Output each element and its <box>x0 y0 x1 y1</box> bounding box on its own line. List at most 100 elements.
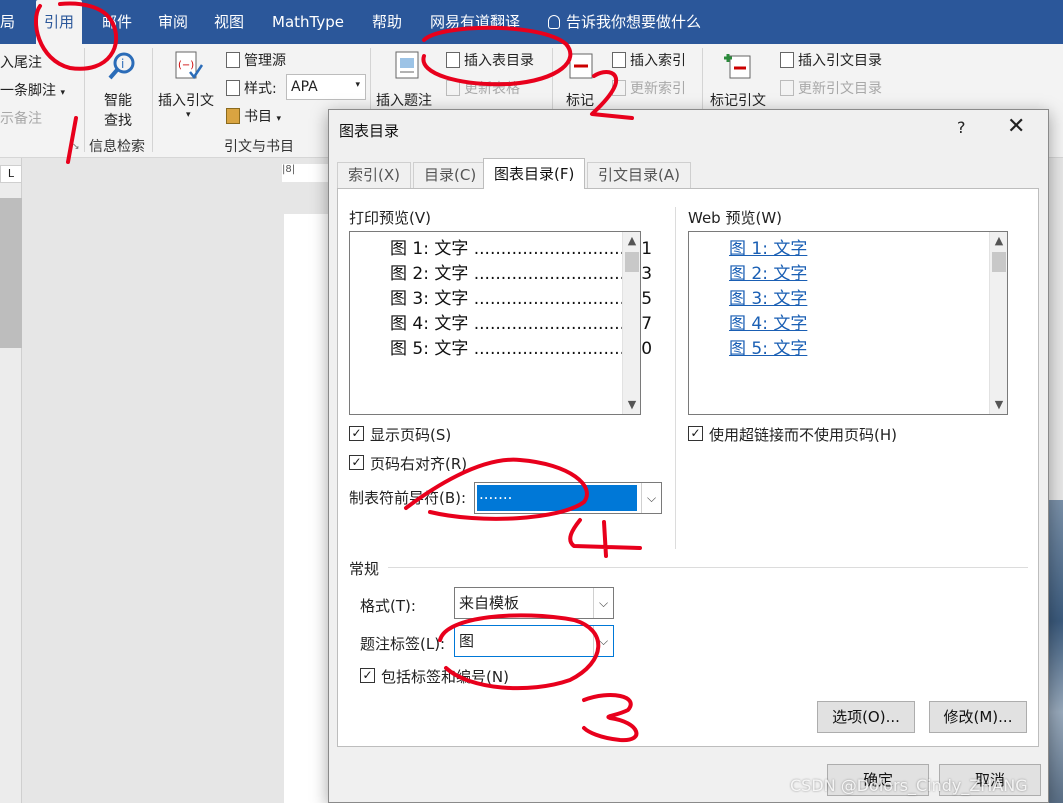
chevron-up-icon[interactable]: ▲ <box>990 232 1008 250</box>
web-preview-box[interactable]: 图 1: 文字 图 2: 文字 图 3: 文字 图 4: 文字 图 5: 文字 … <box>688 231 1008 415</box>
print-preview-box[interactable]: 图 1: 文字 ...............................1… <box>349 231 652 415</box>
insert-table-of-figures-button[interactable]: 插入表目录 <box>446 50 534 70</box>
tab-layout[interactable]: 局 <box>0 0 15 44</box>
tab-selector[interactable]: L <box>0 165 22 183</box>
chevron-down-icon: ▾ <box>60 88 65 98</box>
format-value: 来自模板 <box>459 594 520 612</box>
tab-leader-label: 制表符前导符(B): <box>349 489 467 507</box>
show-page-numbers-label: 显示页码(S) <box>370 426 452 444</box>
update-toa-button[interactable]: 更新引文目录 <box>780 78 882 98</box>
insert-index-button[interactable]: 插入索引 <box>612 50 686 70</box>
insert-endnote-button[interactable]: 入尾注 <box>0 52 42 72</box>
dialog-launcher-icon[interactable]: ↘ <box>72 142 80 152</box>
style-value: APA <box>291 79 318 95</box>
tab-mathtype[interactable]: MathType <box>272 0 344 44</box>
insert-citation-button[interactable]: (−) 插入引文 ▾ <box>158 50 220 130</box>
ribbon-tab-bar: 局 引用 邮件 审阅 视图 MathType 帮助 网易有道翻译 告诉我你想要做… <box>0 0 1063 44</box>
svg-text:i: i <box>121 57 124 71</box>
svg-text:(−): (−) <box>178 60 194 71</box>
watermark: CSDN @Dolors_Cindy_ZHANG <box>790 776 1028 795</box>
toa-icon <box>780 52 794 68</box>
web-preview-link[interactable]: 图 1: 文字 <box>729 234 807 259</box>
include-label-checkbox[interactable]: ✓ <box>360 668 375 683</box>
web-preview-link[interactable]: 图 4: 文字 <box>729 309 807 334</box>
section-divider <box>388 567 1028 568</box>
next-footnote-label: 一条脚注 <box>0 83 56 99</box>
tab-index[interactable]: 索引(X) <box>337 162 411 188</box>
tab-toc[interactable]: 目录(C) <box>413 162 488 188</box>
web-preview-link[interactable]: 图 5: 文字 <box>729 334 807 359</box>
general-section-label: 常规 <box>349 560 380 578</box>
citation-icon: (−) <box>175 51 204 80</box>
tab-table-of-authorities[interactable]: 引文目录(A) <box>587 162 691 188</box>
chevron-down-icon[interactable]: ▼ <box>623 396 641 414</box>
update-toa-label: 更新引文目录 <box>798 81 882 97</box>
scrollbar[interactable]: ▲ ▼ <box>622 232 640 414</box>
scrollbar-thumb[interactable] <box>992 252 1006 272</box>
tab-table-of-figures[interactable]: 图表目录(F) <box>483 158 586 189</box>
mark-citation-label: 标记引文 <box>710 93 766 109</box>
close-button[interactable]: ✕ <box>1007 114 1025 140</box>
preview-row: 图 1: 文字 ...............................1 <box>390 239 653 259</box>
show-notes-button[interactable]: 示备注 <box>0 108 42 128</box>
modify-button[interactable]: 修改(M)... <box>929 701 1027 733</box>
document-page[interactable] <box>284 214 334 803</box>
caption-label-select[interactable]: 图 ⌵ <box>454 625 614 657</box>
tell-me-box[interactable]: 告诉我你想要做什么 <box>548 0 701 44</box>
group-separator <box>152 48 153 152</box>
smart-lookup-line2: 查找 <box>104 113 132 129</box>
scrollbar[interactable]: ▲ ▼ <box>989 232 1007 414</box>
preview-row: 图 3: 文字 ...............................5 <box>390 289 653 309</box>
next-footnote-button[interactable]: 一条脚注 ▾ <box>0 80 65 100</box>
insert-toa-button[interactable]: 插入引文目录 <box>780 50 882 70</box>
style-label: 样式: <box>226 78 277 98</box>
right-align-checkbox[interactable]: ✓ <box>349 455 364 470</box>
caption-label-value: 图 <box>459 632 475 650</box>
mark-entry-icon <box>569 53 593 79</box>
web-preview-link[interactable]: 图 2: 文字 <box>729 259 807 284</box>
refresh-icon <box>780 80 794 96</box>
scrollbar-thumb[interactable] <box>625 252 639 272</box>
chevron-down-icon: ⌵ <box>641 483 661 513</box>
chevron-down-icon[interactable]: ▼ <box>990 396 1008 414</box>
update-table-button[interactable]: 更新表格 <box>446 78 520 98</box>
smart-lookup-button[interactable]: i 智能 查找 <box>96 50 142 132</box>
caption-icon <box>395 51 419 79</box>
mark-entry-label: 标记 <box>566 93 594 109</box>
show-page-numbers-checkbox[interactable]: ✓ <box>349 426 364 441</box>
divider <box>675 207 676 549</box>
tab-view[interactable]: 视图 <box>214 0 244 44</box>
style-label-text: 样式: <box>244 81 277 97</box>
mark-citation-button[interactable]: 标记引文 <box>710 50 774 112</box>
insert-toa-label: 插入引文目录 <box>798 53 882 69</box>
update-index-button[interactable]: 更新索引 <box>612 78 686 98</box>
style-dropdown[interactable]: APA ▾ <box>286 74 366 100</box>
preview-row: 图 2: 文字 ...............................3 <box>390 264 653 284</box>
insert-caption-button[interactable]: 插入题注 <box>376 50 440 112</box>
format-select[interactable]: 来自模板 ⌵ <box>454 587 614 619</box>
magnifier-icon: i <box>108 52 135 80</box>
web-preview-link[interactable]: 图 3: 文字 <box>729 284 807 309</box>
table-of-figures-icon <box>446 52 460 68</box>
tab-references[interactable]: 引用 <box>36 0 82 44</box>
tab-youdao[interactable]: 网易有道翻译 <box>430 0 520 44</box>
dialog-title: 图表目录 <box>339 122 400 140</box>
use-hyperlinks-checkbox[interactable]: ✓ <box>688 426 703 441</box>
tab-help[interactable]: 帮助 <box>372 0 402 44</box>
options-button[interactable]: 选项(O)... <box>817 701 915 733</box>
mark-entry-button[interactable]: 标记 <box>562 50 606 112</box>
tab-review[interactable]: 审阅 <box>158 0 188 44</box>
bibliography-label: 书目 <box>244 109 272 125</box>
citations-group-label: 引文与书目 <box>224 139 294 155</box>
manage-sources-button[interactable]: 管理源 <box>226 50 286 70</box>
tab-leader-select[interactable]: ....... ⌵ <box>474 482 662 514</box>
tell-me-text: 告诉我你想要做什么 <box>566 13 702 31</box>
update-index-label: 更新索引 <box>630 81 686 97</box>
web-preview-label: Web 预览(W) <box>688 209 783 227</box>
chevron-up-icon[interactable]: ▲ <box>623 232 641 250</box>
dialog-tab-bar: 索引(X) 目录(C) 图表目录(F) 引文目录(A) <box>337 158 1039 189</box>
tab-mailings[interactable]: 邮件 <box>102 0 132 44</box>
bibliography-button[interactable]: 书目 ▾ <box>226 106 281 126</box>
group-separator <box>84 48 85 152</box>
help-button[interactable]: ? <box>957 118 966 137</box>
